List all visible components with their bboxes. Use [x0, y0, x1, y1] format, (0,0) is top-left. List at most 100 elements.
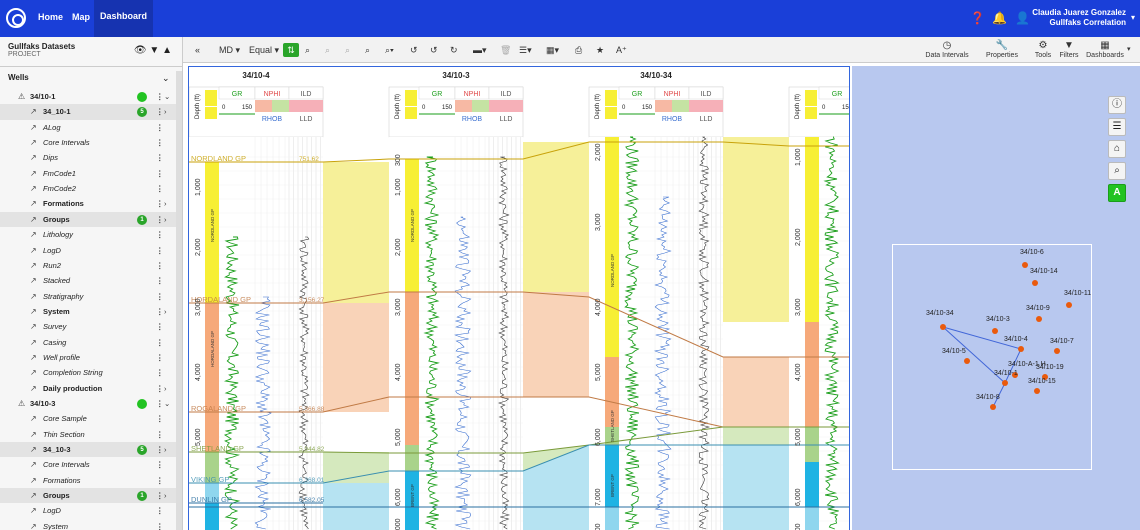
favorite-star-icon[interactable]: ★ — [596, 43, 604, 57]
chevron-right-icon[interactable]: › — [164, 104, 167, 119]
tree-item[interactable]: ↗ Casing ⋮ — [0, 335, 178, 350]
chevron-down-icon[interactable]: ▾ — [1127, 43, 1131, 57]
tree-item[interactable]: ↗ LogD ⋮ — [0, 503, 178, 518]
tree-item[interactable]: ↗ Dips ⋮ — [0, 150, 178, 165]
tree-item[interactable]: ↗ ALog ⋮ — [0, 120, 178, 135]
collapse-icon[interactable]: ▲ — [162, 45, 172, 56]
tree-item[interactable]: ↗ Core Sample ⋮ — [0, 411, 178, 426]
kebab-menu-icon[interactable]: ⋮ — [156, 181, 164, 196]
tree-item[interactable]: ↗ System ⋮ › — [0, 304, 178, 319]
kebab-menu-icon[interactable]: ⋮ — [156, 319, 164, 334]
kebab-menu-icon[interactable]: ⋮ — [156, 289, 164, 304]
well-marker[interactable] — [940, 324, 946, 330]
user-info[interactable]: Claudia Juarez Gonzalez Gullfaks Correla… — [1032, 8, 1126, 28]
well-marker[interactable] — [1002, 380, 1008, 386]
chevron-right-icon[interactable]: › — [164, 212, 167, 227]
columns-icon[interactable]: ▦▾ — [546, 43, 559, 57]
kebab-menu-icon[interactable]: ⋮ — [156, 396, 164, 411]
kebab-menu-icon[interactable]: ⋮ — [156, 488, 164, 503]
kebab-menu-icon[interactable]: ⋮ — [156, 335, 164, 350]
kebab-menu-icon[interactable]: ⋮ — [156, 258, 164, 273]
logo-icon[interactable] — [6, 8, 26, 28]
well-marker[interactable] — [990, 404, 996, 410]
tree-item[interactable]: ↗ 34_10-1 5 ⋮ › — [0, 104, 178, 120]
chevron-right-icon[interactable]: › — [164, 196, 167, 211]
kebab-menu-icon[interactable]: ⋮ — [156, 427, 164, 442]
user-icon[interactable]: 👤 — [1015, 11, 1030, 25]
label-toggle-icon[interactable]: A — [1108, 184, 1126, 202]
kebab-menu-icon[interactable]: ⋮ — [156, 166, 164, 181]
chevron-down-icon[interactable]: ⌄ — [162, 73, 170, 84]
zoom-in-icon[interactable]: ⌕ — [305, 43, 310, 57]
tree-item[interactable]: ↗ Completion String ⋮ — [0, 365, 178, 380]
well-marker[interactable] — [1066, 302, 1072, 308]
tree-item[interactable]: ↗ 34_10-3 5 ⋮ › — [0, 442, 178, 458]
nav-dashboard[interactable]: Dashboard — [94, 0, 154, 37]
list-icon[interactable]: ☰▾ — [519, 43, 532, 57]
kebab-menu-icon[interactable]: ⋮ — [156, 273, 164, 288]
home-icon[interactable]: ⌂ — [1108, 140, 1126, 158]
well-marker[interactable] — [992, 328, 998, 334]
line-style-icon[interactable]: ▬▾ — [473, 43, 487, 57]
tree-item[interactable]: ↗ Formations ⋮ › — [0, 196, 178, 211]
kebab-menu-icon[interactable]: ⋮ — [156, 457, 164, 472]
well-correlation-panel[interactable]: 34/10-4Depth (ft)N...GR0150NPHIRHOBILDLL… — [188, 66, 850, 530]
correlation-canvas[interactable]: 34/10-4Depth (ft)N...GR0150NPHIRHOBILDLL… — [189, 67, 850, 530]
nav-map[interactable]: Map — [72, 12, 90, 22]
chevron-right-icon[interactable]: › — [164, 488, 167, 503]
tree-item[interactable]: ↗ Groups 1 ⋮ › — [0, 488, 178, 504]
well-marker[interactable] — [1022, 262, 1028, 268]
zoom-window-icon[interactable]: ⌕ — [345, 43, 350, 57]
nav-home[interactable]: Home — [38, 12, 63, 22]
tree-item[interactable]: ↗ Groups 1 ⋮ › — [0, 211, 178, 228]
zoom-reset-icon[interactable]: ↺ — [410, 43, 418, 57]
zoom-dropdown-icon[interactable]: ⌕▾ — [385, 43, 394, 57]
tree-item[interactable]: ⚠ 34/10-3 ⋮ ⌄ — [0, 396, 178, 411]
tree-item[interactable]: ↗ Core Intervals ⋮ — [0, 135, 178, 150]
menu-chevron-icon[interactable]: ▾ — [1126, 11, 1140, 25]
layers-icon[interactable]: ☰ — [1108, 118, 1126, 136]
kebab-menu-icon[interactable]: ⋮ — [156, 304, 164, 319]
kebab-menu-icon[interactable]: ⋮ — [156, 473, 164, 488]
font-size-icon[interactable]: A⁺ — [616, 43, 627, 57]
tree-item[interactable]: ↗ Well profile ⋮ — [0, 350, 178, 365]
kebab-menu-icon[interactable]: ⋮ — [156, 212, 164, 227]
chevron-right-icon[interactable]: › — [164, 304, 167, 319]
kebab-menu-icon[interactable]: ⋮ — [156, 411, 164, 426]
kebab-menu-icon[interactable]: ⋮ — [156, 89, 164, 104]
zoom-history-forward-icon[interactable]: ↻ — [450, 43, 458, 57]
tree-item[interactable]: ↗ Stratigraphy ⋮ — [0, 289, 178, 304]
zoom-out-icon[interactable]: ⌕ — [325, 43, 330, 57]
tree-item[interactable]: ↗ Stacked ⋮ — [0, 273, 178, 288]
filter-icon[interactable]: ▼ — [149, 45, 159, 56]
tree-item[interactable]: ↗ Thin Section ⋮ — [0, 427, 178, 442]
kebab-menu-icon[interactable]: ⋮ — [156, 120, 164, 135]
chevron-right-icon[interactable]: › — [164, 381, 167, 396]
well-marker[interactable] — [1032, 280, 1038, 286]
kebab-menu-icon[interactable]: ⋮ — [156, 503, 164, 518]
well-marker[interactable] — [1054, 348, 1060, 354]
well-marker[interactable] — [1034, 388, 1040, 394]
tree-item[interactable]: ↗ FmCode2 ⋮ — [0, 181, 178, 196]
kebab-menu-icon[interactable]: ⋮ — [156, 150, 164, 165]
kebab-menu-icon[interactable]: ⋮ — [156, 135, 164, 150]
collapse-sidebar-icon[interactable]: « — [195, 43, 200, 57]
sidebar-scrollbar[interactable] — [176, 71, 182, 530]
notification-bell-icon[interactable]: 🔔 — [992, 11, 1007, 25]
zoom-history-back-icon[interactable]: ↺ — [430, 43, 438, 57]
zoom-extent-tool-icon[interactable]: ⌕ — [365, 43, 370, 57]
kebab-menu-icon[interactable]: ⋮ — [156, 442, 164, 457]
well-marker[interactable] — [1018, 346, 1024, 352]
info-icon[interactable]: ⓘ — [1108, 96, 1126, 114]
kebab-menu-icon[interactable]: ⋮ — [156, 196, 164, 211]
tree-item[interactable]: ↗ Formations ⋮ — [0, 473, 178, 488]
chevron-down-icon[interactable]: ⌄ — [164, 396, 170, 411]
tree-item[interactable]: ↗ Daily production ⋮ › — [0, 381, 178, 396]
tree-item[interactable]: ↗ System ⋮ — [0, 519, 178, 530]
data-intervals-button[interactable]: ◷ Data Intervals — [925, 40, 969, 59]
delete-icon[interactable]: 🗑 — [500, 43, 511, 57]
kebab-menu-icon[interactable]: ⋮ — [156, 104, 164, 119]
tree-item[interactable]: ↗ Core Intervals ⋮ — [0, 457, 178, 472]
depth-mode-select[interactable]: MD ▾ — [219, 43, 240, 57]
kebab-menu-icon[interactable]: ⋮ — [156, 243, 164, 258]
